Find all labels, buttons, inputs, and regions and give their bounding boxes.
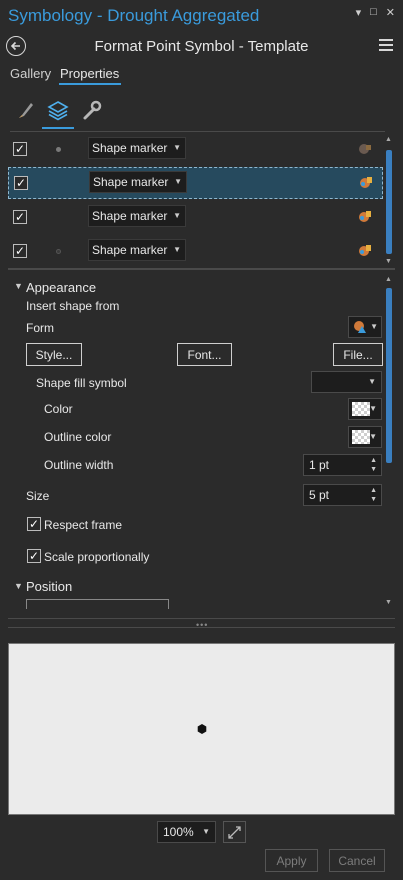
divider xyxy=(10,131,385,132)
pane-maximize-icon[interactable]: □ xyxy=(370,6,377,19)
apply-button[interactable]: Apply xyxy=(265,849,318,872)
lock-icon[interactable] xyxy=(358,140,372,156)
scroll-up-icon[interactable]: ▲ xyxy=(385,276,392,283)
chevron-down-icon: ▼ xyxy=(370,322,378,331)
chevron-down-icon: ▼ xyxy=(368,377,376,386)
size-value: 5 pt xyxy=(309,488,330,502)
chevron-down-icon: ▼ xyxy=(174,177,182,186)
chevron-down-icon: ▼ xyxy=(202,827,210,836)
wrench-icon xyxy=(83,100,102,120)
font-button[interactable]: Font... xyxy=(177,343,232,366)
chevron-down-icon: ▼ xyxy=(173,245,181,254)
layer-visibility-checkbox[interactable]: ✓ xyxy=(13,244,27,258)
chevron-down-icon: ▼ xyxy=(173,211,181,220)
hexagon-marker-icon xyxy=(197,724,207,734)
form-label: Form xyxy=(26,321,54,335)
outline-color-picker[interactable]: ▼ xyxy=(348,426,382,448)
chevron-down-icon: ▼ xyxy=(369,432,377,441)
fit-to-view-button[interactable] xyxy=(223,821,246,843)
pane-menu-icon[interactable]: ▾ xyxy=(356,6,362,19)
appearance-header[interactable]: Appearance xyxy=(26,280,96,295)
style-button[interactable]: Style... xyxy=(26,343,82,366)
zoom-fit-icon xyxy=(228,826,241,839)
paintbrush-icon xyxy=(19,103,33,118)
color-label: Color xyxy=(44,402,73,416)
insert-shape-label: Insert shape from xyxy=(26,299,120,313)
tab-gallery[interactable]: Gallery xyxy=(10,66,51,81)
divider xyxy=(8,627,395,628)
pane-title: Symbology - Drought Aggregated xyxy=(8,6,260,25)
menu-icon[interactable] xyxy=(379,39,393,54)
layer-row[interactable]: ✓ Shape marker ▼ xyxy=(8,134,383,164)
scroll-up-icon[interactable]: ▲ xyxy=(385,136,392,143)
scroll-down-icon[interactable]: ▼ xyxy=(385,599,392,606)
position-header[interactable]: Position xyxy=(26,579,72,594)
layer-type-dropdown[interactable]: Shape marker ▼ xyxy=(88,137,186,159)
file-button[interactable]: File... xyxy=(333,343,383,366)
tab-active-indicator xyxy=(59,83,121,85)
subtab-structure[interactable] xyxy=(76,96,108,124)
subtab-symbol[interactable] xyxy=(10,96,42,124)
layer-preview-icon xyxy=(56,249,61,254)
splitter-handle[interactable]: ••• xyxy=(196,620,208,630)
symbol-preview xyxy=(8,643,395,815)
layer-type-label: Shape marker xyxy=(92,243,168,257)
collapse-chevron-icon[interactable]: ▼ xyxy=(14,281,23,291)
outline-color-label: Outline color xyxy=(44,430,112,444)
layer-row[interactable]: ✓ Shape marker ▼ xyxy=(8,202,383,232)
layer-preview-icon xyxy=(56,147,61,152)
page-title: Format Point Symbol - Template xyxy=(94,38,309,55)
lock-icon[interactable] xyxy=(359,174,373,190)
zoom-value: 100% xyxy=(163,825,194,839)
color-picker[interactable]: ▼ xyxy=(348,398,382,420)
layer-row[interactable]: ✓ Shape marker ▼ xyxy=(8,236,383,266)
outline-width-value: 1 pt xyxy=(309,458,330,472)
layer-visibility-checkbox[interactable]: ✓ xyxy=(13,210,27,224)
chevron-down-icon: ▼ xyxy=(173,143,181,152)
spinner-arrows-icon[interactable]: ▲ ▼ xyxy=(370,456,377,474)
form-picker[interactable]: ▼ xyxy=(348,316,382,338)
layer-type-label: Shape marker xyxy=(93,175,169,189)
layer-list-scrollbar[interactable] xyxy=(386,150,392,254)
collapse-chevron-icon[interactable]: ▼ xyxy=(14,581,23,591)
respect-frame-checkbox[interactable]: ✓ xyxy=(27,517,41,531)
shapes-icon xyxy=(354,321,366,333)
scale-proportionally-label[interactable]: Scale proportionally xyxy=(44,550,149,564)
outline-width-input[interactable]: 1 pt ▲ ▼ xyxy=(303,454,382,476)
size-label: Size xyxy=(26,489,50,503)
respect-frame-label[interactable]: Respect frame xyxy=(44,518,122,532)
outline-width-label: Outline width xyxy=(44,458,114,472)
layer-type-dropdown[interactable]: Shape marker ▼ xyxy=(88,205,186,227)
shape-fill-dropdown[interactable]: ▼ xyxy=(311,371,382,393)
no-color-swatch xyxy=(352,402,370,416)
layer-visibility-checkbox[interactable]: ✓ xyxy=(13,142,27,156)
pane-close-icon[interactable]: ✕ xyxy=(386,6,395,19)
scroll-down-icon[interactable]: ▼ xyxy=(385,258,392,265)
zoom-dropdown[interactable]: 100% ▼ xyxy=(157,821,216,843)
no-color-swatch xyxy=(352,430,370,444)
divider xyxy=(8,618,395,619)
lock-icon[interactable] xyxy=(358,208,372,224)
layer-row[interactable]: ✓ Shape marker ▼ xyxy=(8,167,383,199)
cancel-button[interactable]: Cancel xyxy=(329,849,385,872)
properties-scrollbar[interactable] xyxy=(386,288,392,463)
subtab-active-indicator xyxy=(42,127,74,129)
layer-type-label: Shape marker xyxy=(92,209,168,223)
layer-type-dropdown[interactable]: Shape marker ▼ xyxy=(89,171,187,193)
anchor-point-dropdown[interactable] xyxy=(26,599,169,609)
layer-type-dropdown[interactable]: Shape marker ▼ xyxy=(88,239,186,261)
subtab-layers[interactable] xyxy=(42,96,74,124)
scale-proportionally-checkbox[interactable]: ✓ xyxy=(27,549,41,563)
layers-icon xyxy=(47,101,69,121)
chevron-down-icon: ▼ xyxy=(369,404,377,413)
layer-visibility-checkbox[interactable]: ✓ xyxy=(14,176,28,190)
lock-icon[interactable] xyxy=(358,242,372,258)
spinner-arrows-icon[interactable]: ▲ ▼ xyxy=(370,486,377,504)
layer-type-label: Shape marker xyxy=(92,141,168,155)
shape-fill-label: Shape fill symbol xyxy=(36,376,127,390)
divider xyxy=(8,268,395,270)
pane-window-controls: ▾ □ ✕ xyxy=(356,6,395,19)
size-input[interactable]: 5 pt ▲ ▼ xyxy=(303,484,382,506)
tab-properties[interactable]: Properties xyxy=(60,66,119,81)
